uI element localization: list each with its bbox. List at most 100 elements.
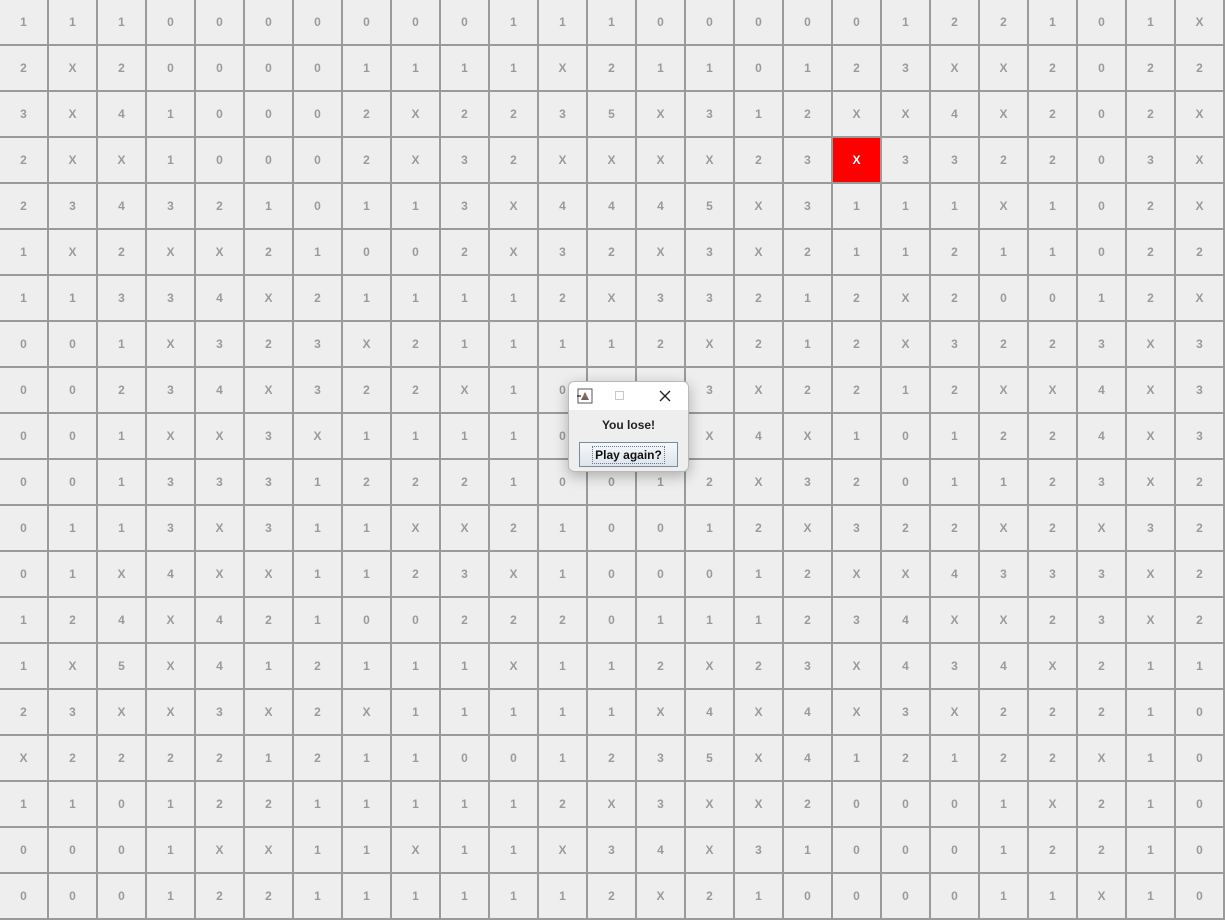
board-cell[interactable]: 0 — [196, 46, 245, 92]
board-cell[interactable]: 0 — [0, 506, 49, 552]
board-cell[interactable]: 1 — [147, 874, 196, 920]
board-cell[interactable]: 1 — [147, 138, 196, 184]
board-cell[interactable]: 2 — [784, 230, 833, 276]
board-cell[interactable]: X — [245, 552, 294, 598]
board-cell[interactable]: X — [98, 552, 147, 598]
board-cell[interactable]: 2 — [1176, 598, 1225, 644]
board-cell[interactable]: 2 — [931, 0, 980, 46]
board-cell[interactable]: 2 — [196, 874, 245, 920]
board-cell[interactable]: 1 — [294, 598, 343, 644]
board-cell[interactable]: 2 — [980, 138, 1029, 184]
board-cell[interactable]: 2 — [539, 276, 588, 322]
board-cell[interactable]: 3 — [294, 322, 343, 368]
board-cell[interactable]: 0 — [637, 506, 686, 552]
board-cell[interactable]: X — [147, 322, 196, 368]
board-cell[interactable]: 5 — [98, 644, 147, 690]
board-cell[interactable]: X — [637, 874, 686, 920]
board-cell[interactable]: 2 — [784, 782, 833, 828]
board-cell[interactable]: 1 — [980, 782, 1029, 828]
board-cell[interactable]: X — [735, 368, 784, 414]
board-cell[interactable]: 2 — [343, 138, 392, 184]
board-cell[interactable]: 1 — [931, 414, 980, 460]
board-cell[interactable]: X — [196, 506, 245, 552]
board-cell[interactable]: 3 — [1176, 414, 1225, 460]
board-cell[interactable]: 3 — [441, 138, 490, 184]
board-cell[interactable]: 3 — [196, 690, 245, 736]
board-cell[interactable]: 1 — [343, 828, 392, 874]
board-cell[interactable]: 4 — [931, 92, 980, 138]
board-cell[interactable]: 3 — [833, 506, 882, 552]
board-cell[interactable]: 1 — [0, 230, 49, 276]
board-cell[interactable]: 3 — [147, 506, 196, 552]
board-cell[interactable]: 1 — [882, 0, 931, 46]
board-cell[interactable]: 0 — [1078, 138, 1127, 184]
board-cell[interactable]: 2 — [245, 230, 294, 276]
board-cell[interactable]: X — [539, 46, 588, 92]
board-cell[interactable]: 3 — [637, 736, 686, 782]
board-cell[interactable]: 0 — [833, 0, 882, 46]
board-cell[interactable]: 2 — [294, 644, 343, 690]
board-cell[interactable]: X — [98, 690, 147, 736]
board-cell[interactable]: 1 — [784, 276, 833, 322]
board-cell[interactable]: 4 — [882, 644, 931, 690]
board-cell[interactable]: 0 — [245, 46, 294, 92]
board-cell[interactable]: 1 — [490, 690, 539, 736]
board-cell[interactable]: 0 — [637, 552, 686, 598]
board-cell[interactable]: 2 — [441, 230, 490, 276]
board-cell[interactable]: 1 — [784, 322, 833, 368]
board-cell[interactable]: 0 — [49, 322, 98, 368]
board-cell[interactable]: X — [735, 460, 784, 506]
exploded-mine-cell[interactable]: X — [833, 138, 882, 184]
board-cell[interactable]: 1 — [686, 46, 735, 92]
board-cell[interactable]: X — [147, 644, 196, 690]
board-cell[interactable]: 2 — [490, 92, 539, 138]
board-cell[interactable]: 0 — [294, 46, 343, 92]
board-cell[interactable]: 3 — [245, 414, 294, 460]
board-cell[interactable]: 1 — [1127, 828, 1176, 874]
board-cell[interactable]: 3 — [931, 138, 980, 184]
board-cell[interactable]: 2 — [343, 92, 392, 138]
board-cell[interactable]: 2 — [1176, 46, 1225, 92]
board-cell[interactable]: X — [833, 92, 882, 138]
board-cell[interactable]: 2 — [1176, 506, 1225, 552]
board-cell[interactable]: 1 — [686, 598, 735, 644]
board-cell[interactable]: 0 — [735, 46, 784, 92]
board-cell[interactable]: X — [588, 276, 637, 322]
board-cell[interactable]: 0 — [735, 0, 784, 46]
board-cell[interactable]: X — [49, 92, 98, 138]
board-cell[interactable]: 1 — [392, 184, 441, 230]
board-cell[interactable]: 1 — [294, 552, 343, 598]
board-cell[interactable]: 1 — [735, 598, 784, 644]
board-cell[interactable]: 2 — [1029, 506, 1078, 552]
board-cell[interactable]: 1 — [49, 552, 98, 598]
board-cell[interactable]: 0 — [147, 46, 196, 92]
board-cell[interactable]: 1 — [49, 782, 98, 828]
board-cell[interactable]: 3 — [637, 276, 686, 322]
board-cell[interactable]: 1 — [539, 736, 588, 782]
board-cell[interactable]: 1 — [441, 690, 490, 736]
board-cell[interactable]: 0 — [1078, 184, 1127, 230]
board-cell[interactable]: 1 — [245, 184, 294, 230]
board-cell[interactable]: 2 — [784, 552, 833, 598]
board-cell[interactable]: X — [245, 828, 294, 874]
board-cell[interactable]: 0 — [784, 0, 833, 46]
board-cell[interactable]: 0 — [98, 874, 147, 920]
board-cell[interactable]: X — [1127, 460, 1176, 506]
board-cell[interactable]: X — [686, 322, 735, 368]
board-cell[interactable]: X — [637, 690, 686, 736]
board-cell[interactable]: X — [980, 46, 1029, 92]
board-cell[interactable]: 3 — [1176, 322, 1225, 368]
board-cell[interactable]: 1 — [441, 782, 490, 828]
board-cell[interactable]: 1 — [343, 276, 392, 322]
board-cell[interactable]: 5 — [588, 92, 637, 138]
board-cell[interactable]: 3 — [686, 276, 735, 322]
board-cell[interactable]: 4 — [98, 92, 147, 138]
board-cell[interactable]: 2 — [196, 184, 245, 230]
board-cell[interactable]: 4 — [196, 644, 245, 690]
board-cell[interactable]: 0 — [294, 92, 343, 138]
board-cell[interactable]: 0 — [490, 736, 539, 782]
board-cell[interactable]: 1 — [784, 46, 833, 92]
board-cell[interactable]: X — [735, 184, 784, 230]
board-cell[interactable]: X — [833, 644, 882, 690]
board-cell[interactable]: 3 — [686, 368, 735, 414]
